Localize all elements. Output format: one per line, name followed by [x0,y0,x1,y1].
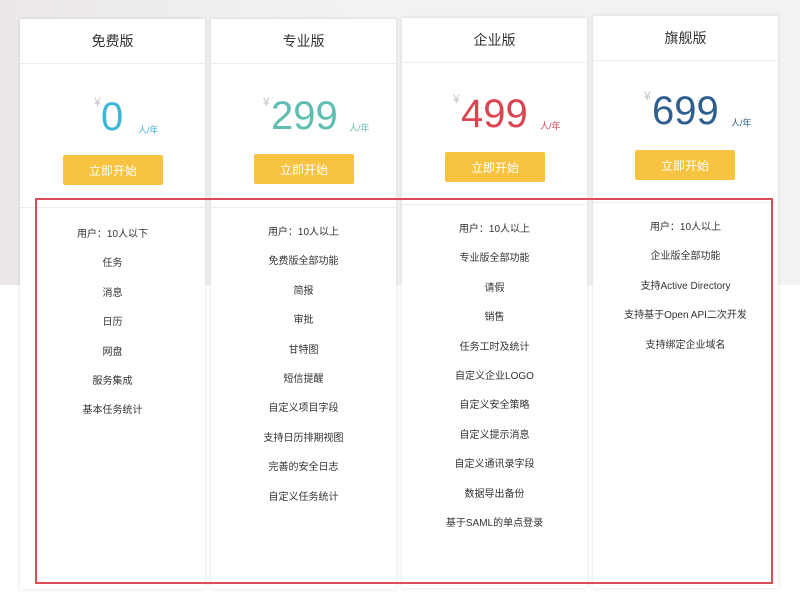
plan-price: 0 [101,95,124,139]
start-button-enterprise[interactable]: 立即开始 [445,152,545,182]
feature-item: 支持日历排期视图 [263,432,344,444]
feature-item: 用户：10人以下 [76,229,149,240]
feature-item: 完善的安全日志 [268,462,339,474]
start-button-flagship[interactable]: 立即开始 [635,150,735,180]
feature-item: 自定义安全策略 [459,400,530,412]
feature-item: 消息 [102,287,123,299]
divider [20,207,205,208]
divider [211,207,396,208]
plan-price: 299 [271,94,338,138]
divider [593,202,778,203]
feature-item: 支持Active Directory [640,280,731,292]
feature-item: 支持绑定企业域名 [645,339,726,351]
plan-card-enterprise: 企业版 ¥ 499 人/年 立即开始 用户：10人以上 专业版全部功能 请假 销… [402,18,587,588]
feature-item: 基于SAML的单点登录 [445,517,544,529]
feature-item: 服务集成 [92,375,133,387]
feature-item: 甘特图 [288,344,319,356]
feature-item: 审批 [293,315,314,327]
plan-title: 企业版 [402,18,587,63]
feature-item: 基本任务统计 [82,405,143,417]
feature-list-free: 用户：10人以下 任务 消息 日历 网盘 服务集成 基本任务统计 [20,225,205,431]
feature-item: 企业版全部功能 [650,251,721,263]
feature-item: 用户：10人以上 [649,222,722,233]
price-unit: 人/年 [349,123,370,133]
price-unit: 人/年 [138,125,159,135]
feature-item: 任务 [102,258,123,270]
feature-item: 自定义项目字段 [268,403,339,415]
plan-price: 499 [461,92,528,136]
feature-item: 数据导出备份 [464,488,525,500]
feature-list-flagship: 用户：10人以上 企业版全部功能 支持Active Directory 支持基于… [593,218,778,365]
feature-item: 请假 [484,282,505,294]
feature-item: 自定义通讯录字段 [454,459,535,471]
feature-item: 自定义企业LOGO [455,370,534,382]
plan-title: 专业版 [211,19,396,64]
currency-symbol: ¥ [644,89,651,103]
feature-item: 简报 [293,285,314,297]
feature-item: 任务工时及统计 [459,341,530,353]
plan-card-flagship: 旗舰版 ¥ 699 人/年 立即开始 用户：10人以上 企业版全部功能 支持Ac… [593,16,778,588]
feature-item: 自定义提示消息 [459,429,530,441]
divider [402,204,587,205]
currency-symbol: ¥ [94,95,101,109]
feature-list-pro: 用户：10人以上 免费版全部功能 简报 审批 甘特图 短信提醒 自定义项目字段 … [211,223,396,517]
feature-item: 支持基于Open API二次开发 [624,310,747,322]
currency-symbol: ¥ [453,92,460,106]
feature-item: 用户：10人以上 [458,224,531,235]
currency-symbol: ¥ [263,95,270,109]
start-button-pro[interactable]: 立即开始 [254,154,354,184]
feature-item: 用户：10人以上 [267,227,340,238]
feature-item: 免费版全部功能 [268,256,339,268]
plan-card-pro: 专业版 ¥ 299 人/年 立即开始 用户：10人以上 免费版全部功能 简报 审… [211,19,396,589]
price-unit: 人/年 [540,121,561,131]
feature-item: 短信提醒 [283,373,324,385]
plan-title: 旗舰版 [593,16,778,61]
feature-item: 网盘 [102,346,123,358]
feature-item: 自定义任务统计 [268,491,339,503]
feature-item: 销售 [484,312,505,324]
plan-price: 699 [652,89,719,133]
plan-title: 免费版 [20,19,205,64]
plan-card-free: 免费版 ¥ 0 人/年 立即开始 用户：10人以下 任务 消息 日历 网盘 服务… [20,19,205,589]
price-unit: 人/年 [731,118,752,128]
feature-item: 日历 [102,317,123,329]
feature-item: 专业版全部功能 [459,253,530,265]
start-button-free[interactable]: 立即开始 [63,155,163,185]
feature-list-enterprise: 用户：10人以上 专业版全部功能 请假 销售 任务工时及统计 自定义企业LOGO… [402,220,587,543]
